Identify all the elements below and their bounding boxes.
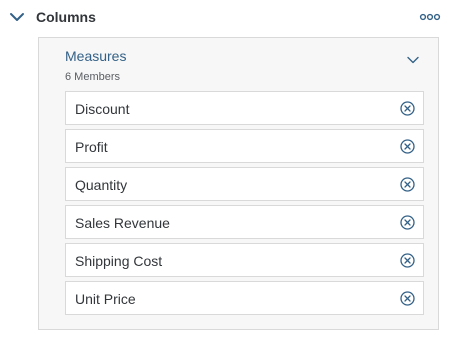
member-item-profit[interactable]: Profit [65, 129, 424, 163]
member-item-shipping-cost[interactable]: Shipping Cost [65, 243, 424, 277]
columns-section: Columns Measures 6 Members Discount Prof… [0, 0, 461, 344]
member-item-quantity[interactable]: Quantity [65, 167, 424, 201]
chevron-down-icon[interactable] [406, 53, 420, 67]
member-item-discount[interactable]: Discount [65, 91, 424, 125]
member-label: Shipping Cost [75, 253, 163, 269]
remove-circle-icon[interactable] [400, 101, 415, 116]
remove-circle-icon[interactable] [400, 253, 415, 268]
member-label: Unit Price [75, 291, 136, 307]
member-item-sales-revenue[interactable]: Sales Revenue [65, 205, 424, 239]
chevron-down-icon[interactable] [8, 8, 26, 26]
section-title: Columns [36, 9, 96, 25]
remove-circle-icon[interactable] [400, 215, 415, 230]
member-list: Discount Profit Quantity Sales Revenue S… [65, 91, 424, 319]
member-label: Sales Revenue [75, 215, 170, 231]
remove-circle-icon[interactable] [400, 177, 415, 192]
member-label: Discount [75, 101, 130, 117]
member-count: 6 Members [65, 71, 121, 83]
panel-title[interactable]: Measures [65, 47, 126, 65]
remove-circle-icon[interactable] [400, 291, 415, 306]
member-label: Quantity [75, 177, 128, 193]
section-header: Columns [0, 0, 461, 34]
more-options-icon[interactable] [418, 7, 442, 27]
member-label: Profit [75, 139, 108, 155]
member-item-unit-price[interactable]: Unit Price [65, 281, 424, 315]
remove-circle-icon[interactable] [400, 139, 415, 154]
